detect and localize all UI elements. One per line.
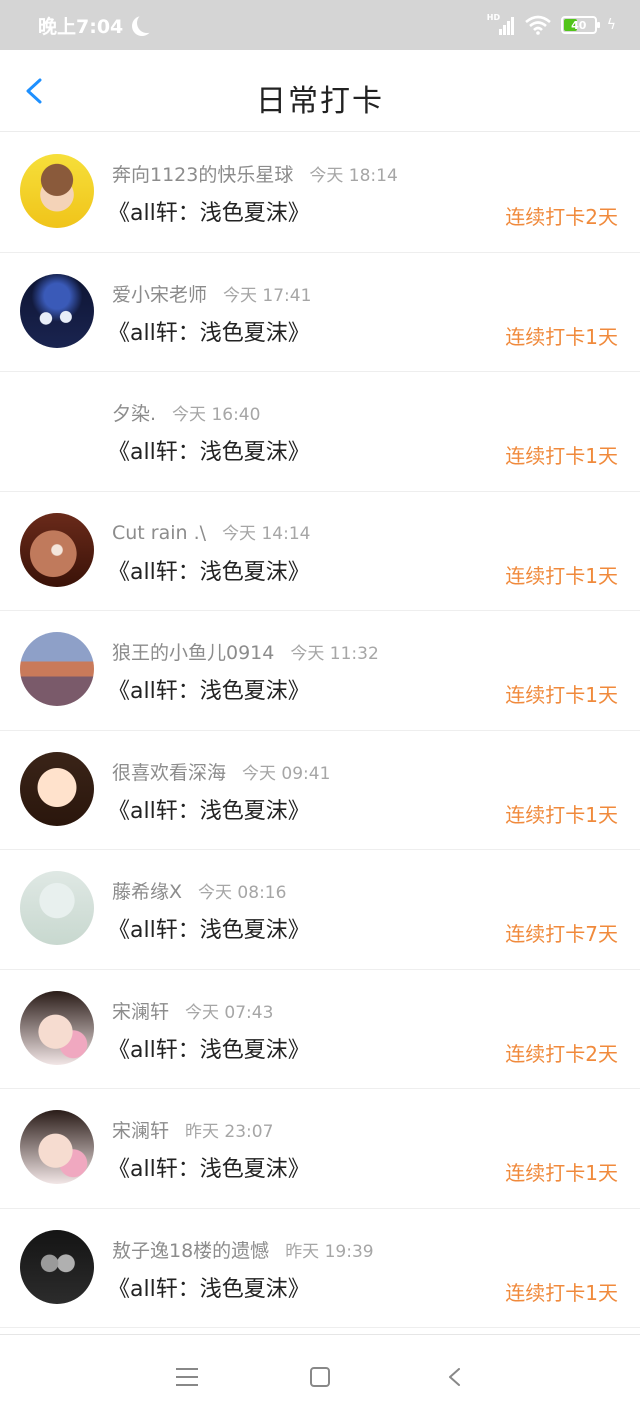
home-icon[interactable] (310, 1367, 330, 1387)
checkin-row[interactable]: 很喜欢看深海 今天 09:41 《all轩：浅色夏沫》 连续打卡1天 (0, 731, 640, 850)
row-meta: Cut rain .\ 今天 14:14 (112, 519, 310, 544)
avatar[interactable] (20, 1110, 94, 1184)
checkin-time: 今天 16:40 (172, 405, 261, 425)
battery-level: 40 (571, 18, 587, 32)
avatar[interactable] (20, 632, 94, 706)
checkin-time: 今天 11:32 (290, 644, 379, 664)
book-title[interactable]: 《all轩：浅色夏沫》 (108, 1151, 310, 1183)
checkin-time: 昨天 23:07 (185, 1122, 274, 1142)
user-name[interactable]: 敖子逸18楼的遗憾 (112, 1236, 269, 1263)
streak-label: 连续打卡2天 (505, 1041, 618, 1066)
checkin-list: 奔向1123的快乐星球 今天 18:14 《all轩：浅色夏沫》 连续打卡2天 爱小宋老… (0, 133, 640, 1328)
user-name[interactable]: 宋澜轩 (112, 997, 169, 1024)
checkin-time: 今天 08:16 (198, 883, 287, 903)
avatar[interactable] (20, 512, 94, 587)
checkin-row[interactable]: 夕染. 今天 16:40 《all轩：浅色夏沫》 连续打卡1天 (0, 372, 640, 492)
user-name[interactable]: 很喜欢看深海 (112, 758, 226, 785)
avatar[interactable] (20, 751, 94, 826)
moon-icon (137, 13, 157, 33)
page-title: 日常打卡 (256, 84, 384, 119)
nav-back-icon[interactable] (446, 1368, 464, 1386)
book-title[interactable]: 《all轩：浅色夏沫》 (108, 912, 310, 944)
checkin-row[interactable]: 爱小宋老师 今天 17:41 《all轩：浅色夏沫》 连续打卡1天 (0, 253, 640, 372)
book-title[interactable]: 《all轩：浅色夏沫》 (108, 793, 310, 825)
status-right: HD 40 ϟ (487, 13, 616, 35)
checkin-row[interactable]: 奔向1123的快乐星球 今天 18:14 《all轩：浅色夏沫》 连续打卡2天 (0, 133, 640, 253)
user-name[interactable]: 宋澜轩 (112, 1116, 169, 1143)
wifi-icon (524, 15, 551, 35)
checkin-time: 今天 07:43 (185, 1002, 274, 1023)
user-name[interactable]: 爱小宋老师 (112, 280, 207, 307)
menu-icon[interactable] (176, 1368, 198, 1386)
row-meta: 藤希缘X 今天 08:16 (112, 877, 286, 904)
avatar[interactable] (20, 154, 94, 228)
checkin-row[interactable]: 敖子逸18楼的遗憾 昨天 19:39 《all轩：浅色夏沫》 连续打卡1天 (0, 1209, 640, 1328)
checkin-time: 昨天 19:39 (285, 1241, 374, 1262)
book-title[interactable]: 《all轩：浅色夏沫》 (108, 315, 310, 347)
status-bar: 晚上7:04 HD 40 ϟ (0, 0, 640, 50)
streak-label: 连续打卡7天 (505, 922, 618, 946)
user-name[interactable]: 夕染. (112, 399, 156, 426)
streak-label: 连续打卡1天 (505, 563, 618, 588)
checkin-time: 今天 18:14 (309, 166, 398, 186)
streak-label: 连续打卡2天 (505, 205, 618, 229)
row-meta: 奔向1123的快乐星球 今天 18:14 (112, 160, 398, 187)
checkin-row[interactable]: Cut rain .\ 今天 14:14 《all轩：浅色夏沫》 连续打卡1天 (0, 492, 640, 611)
book-title[interactable]: 《all轩：浅色夏沫》 (108, 195, 310, 227)
row-meta: 爱小宋老师 今天 17:41 (112, 280, 311, 307)
avatar[interactable] (20, 990, 94, 1065)
row-meta: 很喜欢看深海 今天 09:41 (112, 758, 330, 785)
streak-label: 连续打卡1天 (505, 1280, 618, 1305)
row-meta: 敖子逸18楼的遗憾 昨天 19:39 (112, 1236, 374, 1263)
checkin-time: 今天 17:41 (223, 285, 312, 306)
book-title[interactable]: 《all轩：浅色夏沫》 (108, 1271, 310, 1303)
streak-label: 连续打卡1天 (505, 1161, 618, 1185)
header: 日常打卡 (0, 50, 640, 132)
user-name[interactable]: 狼王的小鱼儿0914 (112, 638, 274, 665)
checkin-row[interactable]: 藤希缘X 今天 08:16 《all轩：浅色夏沫》 连续打卡7天 (0, 850, 640, 970)
checkin-row[interactable]: 狼王的小鱼儿0914 今天 11:32 《all轩：浅色夏沫》 连续打卡1天 (0, 611, 640, 731)
battery-icon: 40 (560, 16, 600, 34)
streak-label: 连续打卡1天 (505, 683, 618, 707)
checkin-row[interactable]: 宋澜轩 昨天 23:07 《all轩：浅色夏沫》 连续打卡1天 (0, 1089, 640, 1209)
book-title[interactable]: 《all轩：浅色夏沫》 (108, 554, 310, 586)
row-meta: 狼王的小鱼儿0914 今天 11:32 (112, 638, 379, 665)
book-title[interactable]: 《all轩：浅色夏沫》 (108, 434, 310, 466)
row-meta: 宋澜轩 今天 07:43 (112, 997, 273, 1024)
streak-label: 连续打卡1天 (505, 444, 618, 468)
signal-icon: HD (487, 13, 515, 35)
checkin-time: 今天 14:14 (222, 523, 311, 544)
user-name[interactable]: Cut rain .\ (112, 522, 206, 544)
row-meta: 夕染. 今天 16:40 (112, 399, 260, 426)
user-name[interactable]: 藤希缘X (112, 877, 182, 904)
system-nav-bar (0, 1334, 640, 1422)
status-left: 晚上7:04 (38, 12, 151, 39)
row-meta: 宋澜轩 昨天 23:07 (112, 1116, 273, 1143)
checkin-row[interactable]: 宋澜轩 今天 07:43 《all轩：浅色夏沫》 连续打卡2天 (0, 970, 640, 1089)
streak-label: 连续打卡1天 (505, 802, 618, 827)
book-title[interactable]: 《all轩：浅色夏沫》 (108, 1032, 310, 1064)
user-name[interactable]: 奔向1123的快乐星球 (112, 160, 293, 187)
avatar[interactable] (20, 871, 94, 945)
avatar[interactable] (20, 273, 94, 348)
status-time: 晚上7:04 (38, 15, 124, 38)
checkin-time: 今天 09:41 (242, 763, 331, 784)
streak-label: 连续打卡1天 (505, 324, 618, 349)
charging-icon: ϟ (606, 17, 616, 33)
book-title[interactable]: 《all轩：浅色夏沫》 (108, 673, 310, 705)
avatar[interactable] (20, 1229, 94, 1304)
